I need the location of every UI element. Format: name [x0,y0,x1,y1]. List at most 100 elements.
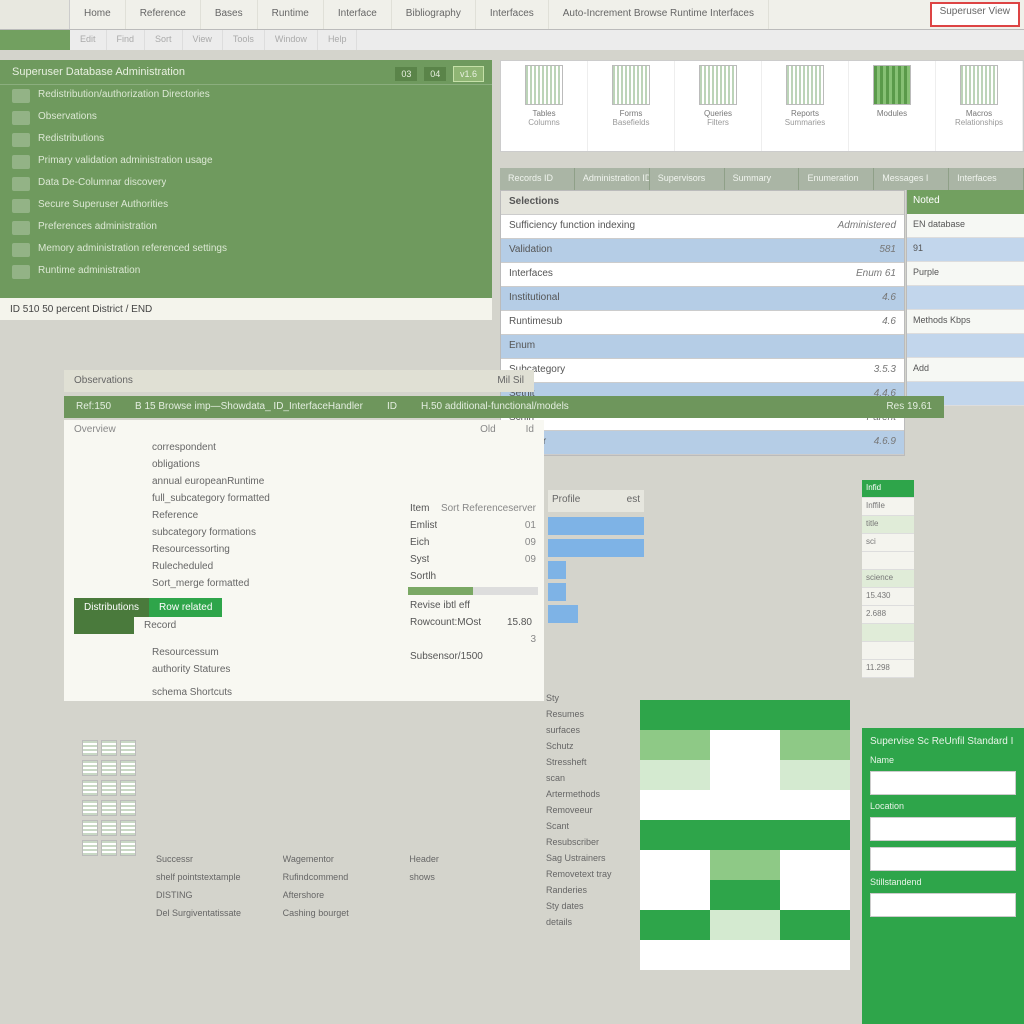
palette-icon[interactable] [82,780,98,796]
table-row[interactable]: Runtimesub4.6 [501,311,904,335]
palette-icon[interactable] [120,760,136,776]
list-item[interactable]: Rufindcommend [283,868,410,886]
palette-icon[interactable] [82,820,98,836]
stat-row: Emlist01 [408,517,538,534]
thin-row [862,624,914,642]
tb2-help[interactable]: Help [318,30,358,50]
list-item[interactable]: Wagementor [283,850,410,868]
cluster-item[interactable]: correspondent [152,439,544,456]
ribbon-modules[interactable]: Modules [849,61,936,151]
list-item[interactable]: Aftershore [283,886,410,904]
checker-row [640,820,850,850]
tb2-tools[interactable]: Tools [223,30,265,50]
admin-row[interactable]: Observations [0,107,492,129]
tb2-window[interactable]: Window [265,30,318,50]
tb2-find[interactable]: Find [107,30,146,50]
table-row[interactable]: Subcategory3.5.3 [501,359,904,383]
menu-interface[interactable]: Interface [324,0,392,29]
card-location-input[interactable] [870,817,1016,841]
palette-icon[interactable] [82,740,98,756]
admin-row[interactable]: Memory administration referenced setting… [0,239,492,261]
list-item[interactable]: Successr [156,850,283,868]
cluster-head-overview: Overview [74,424,154,435]
table-row[interactable]: Entrysur4.6.9 [501,431,904,455]
admin-row[interactable]: Redistribution/authorization Directories [0,85,492,107]
admin-row[interactable]: Secure Superuser Authorities [0,195,492,217]
menu-runtime[interactable]: Runtime [258,0,324,29]
side-col-row[interactable]: EN database [907,214,1024,238]
palette-icon[interactable] [120,780,136,796]
menu-reference[interactable]: Reference [126,0,201,29]
card-name-input[interactable] [870,771,1016,795]
ribbon-macros[interactable]: MacrosRelationships [936,61,1023,151]
tb2-sort[interactable]: Sort [145,30,183,50]
palette-icon[interactable] [101,800,117,816]
palette-icon[interactable] [101,840,117,856]
palette-icon[interactable] [82,800,98,816]
palette-icon[interactable] [101,740,117,756]
card-input[interactable] [870,847,1016,871]
table-row[interactable]: Enum [501,335,904,359]
menu-bases[interactable]: Bases [201,0,258,29]
menu-interfaces[interactable]: Interfaces [476,0,549,29]
checker-cell [710,730,780,760]
palette-icon[interactable] [82,760,98,776]
menu-autoincrement[interactable]: Auto-Increment Browse Runtime Interfaces [549,0,769,29]
table-row[interactable]: Sufficiency function indexingAdministere… [501,215,904,239]
list-item[interactable]: DISTING [156,886,283,904]
tab-interfaces[interactable]: Interfaces [949,168,1024,190]
tb2-edit[interactable]: Edit [70,30,107,50]
ribbon-reports[interactable]: ReportsSummaries [762,61,849,151]
menu-bibliography[interactable]: Bibliography [392,0,476,29]
green-checker-grid [640,700,850,970]
table-row[interactable]: InterfacesEnum 61 [501,263,904,287]
palette-icon[interactable] [101,820,117,836]
cluster-item[interactable]: annual europeanRuntime [152,473,544,490]
tab-admin[interactable]: Administration ID [575,168,650,190]
list-item[interactable]: shelf pointstextample [156,868,283,886]
ribbon-queries[interactable]: QueriesFilters [675,61,762,151]
superuser-view-button[interactable]: Superuser View [930,2,1020,27]
distributions-pill[interactable]: Distributions [74,598,149,617]
palette-icon[interactable] [120,840,136,856]
card-input[interactable] [870,893,1016,917]
table-row[interactable]: Institutional4.6 [501,287,904,311]
palette-icon[interactable] [101,780,117,796]
table-row[interactable]: Selections [501,191,904,215]
side-col-row[interactable]: 91 [907,238,1024,262]
row-related-pill[interactable]: Row related [149,598,222,617]
cluster-item[interactable]: schema Shortcuts [152,684,544,701]
menu-home[interactable]: Home [70,0,126,29]
tab-enumeration[interactable]: Enumeration [799,168,874,190]
side-col-row[interactable]: Methods Kbps [907,310,1024,334]
side-col-row[interactable] [907,334,1024,358]
palette-icon[interactable] [120,820,136,836]
list-item[interactable]: shows [409,868,536,886]
tab-supervisors[interactable]: Supervisors [650,168,725,190]
table-row[interactable]: Validation581 [501,239,904,263]
side-col-row[interactable]: Purple [907,262,1024,286]
side-col-row[interactable] [907,286,1024,310]
tab-records[interactable]: Records ID [500,168,575,190]
list-item[interactable]: Cashing bourget [283,904,410,922]
palette-icon[interactable] [82,840,98,856]
palette-icon[interactable] [120,800,136,816]
admin-row[interactable]: Redistributions [0,129,492,151]
ribbon-label: Queries [704,109,732,118]
side-col-row[interactable]: Add [907,358,1024,382]
admin-row[interactable]: Preferences administration [0,217,492,239]
admin-row[interactable]: Data De-Columnar discovery [0,173,492,195]
record-tab[interactable] [0,30,70,50]
palette-icon[interactable] [120,740,136,756]
cluster-item[interactable]: obligations [152,456,544,473]
ribbon-tables[interactable]: TablesColumns [501,61,588,151]
admin-row[interactable]: Runtime administration [0,261,492,283]
ribbon-forms[interactable]: FormsBasefields [588,61,675,151]
list-item[interactable]: Header [409,850,536,868]
admin-row[interactable]: Primary validation administration usage [0,151,492,173]
tab-summary[interactable]: Summary [725,168,800,190]
palette-icon[interactable] [101,760,117,776]
list-item[interactable]: Del Surgiventatissate [156,904,283,922]
tb2-view[interactable]: View [183,30,223,50]
tab-messages[interactable]: Messages I [874,168,949,190]
